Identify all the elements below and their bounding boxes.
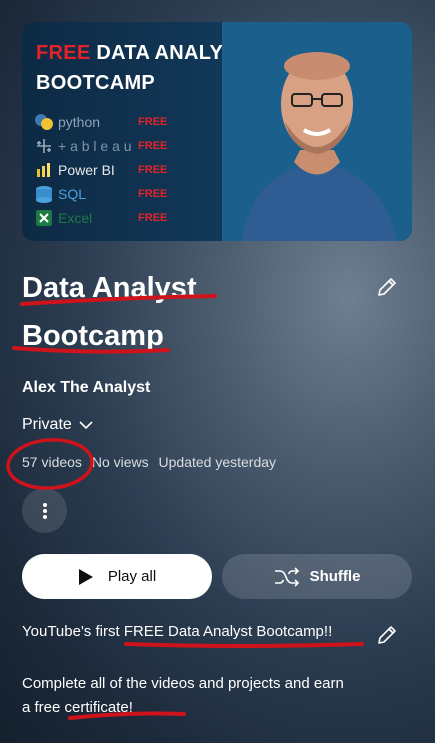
shuffle-icon: [274, 566, 299, 587]
playlist-title: Data Analyst Bootcamp: [22, 272, 197, 352]
pencil-icon: [378, 278, 396, 296]
tool-free-badge: FREE: [138, 116, 168, 128]
privacy-dropdown[interactable]: Private: [22, 416, 94, 434]
privacy-label: Private: [22, 416, 72, 433]
pencil-icon: [378, 626, 396, 644]
presenter-photo: [222, 22, 412, 241]
video-count: 57 videos: [22, 454, 82, 470]
tool-name: Power BI: [58, 162, 115, 178]
tool-row: Excel FREE: [34, 206, 184, 230]
tool-name: python: [58, 114, 101, 130]
description-line-2: Complete all of the videos and projects …: [22, 672, 352, 720]
more-actions-button[interactable]: [22, 488, 67, 533]
playlist-author[interactable]: Alex The Analyst: [22, 379, 150, 397]
updated-time: Updated yesterday: [158, 454, 277, 470]
playlist-thumbnail[interactable]: FREE DATA ANALYST BOOTCAMP python FREE + a…: [22, 22, 412, 241]
tool-free-badge: FREE: [138, 212, 168, 224]
description-certificate: free certificate!: [34, 699, 133, 716]
play-icon: [78, 568, 93, 585]
python-icon: [35, 114, 53, 130]
chevron-down-icon: [79, 421, 93, 430]
play-all-label: Play all: [107, 568, 157, 585]
shuffle-label: Shuffle: [309, 568, 361, 585]
thumbnail-title: FREE DATA ANALYST BOOTCAMP: [36, 38, 249, 98]
tool-name: Excel: [58, 210, 93, 226]
thumbnail-tool-list: python FREE + a b l e a u FREE Power BI FREE S…: [34, 110, 184, 230]
view-count: No views: [91, 454, 149, 470]
tool-name: + a b l e a u: [58, 138, 132, 154]
tool-free-badge: FREE: [138, 188, 168, 200]
tool-row: + a b l e a u FREE: [34, 134, 184, 158]
free-bootcamp-underline: [124, 642, 364, 648]
tool-free-badge: FREE: [138, 164, 168, 176]
powerbi-icon: [37, 163, 50, 177]
description-line-1: YouTube's first FREE Data Analyst Bootca…: [22, 623, 332, 640]
shuffle-button[interactable]: Shuffle: [222, 554, 412, 599]
description-prefix: YouTube's first: [22, 623, 124, 640]
play-all-button[interactable]: Play all: [22, 554, 212, 599]
thumbnail-title-line2: BOOTCAMP: [36, 72, 156, 94]
thumbnail-free-word: FREE: [36, 42, 91, 64]
edit-description-button[interactable]: [372, 620, 402, 650]
description-highlight: FREE Data Analyst Bootcamp!!: [123, 623, 333, 640]
sql-icon: [36, 186, 52, 203]
edit-title-button[interactable]: [372, 272, 402, 302]
tool-free-badge: FREE: [138, 140, 168, 152]
tool-row: Power BI FREE: [34, 158, 184, 182]
tool-row: python FREE: [34, 110, 184, 134]
more-vert-icon: [42, 502, 47, 519]
tool-row: SQL FREE: [34, 182, 184, 206]
tableau-icon: [37, 139, 51, 153]
playlist-stats: 57 videos No views Updated yesterday: [22, 454, 282, 470]
excel-icon: [36, 210, 52, 226]
tool-name: SQL: [58, 186, 87, 202]
